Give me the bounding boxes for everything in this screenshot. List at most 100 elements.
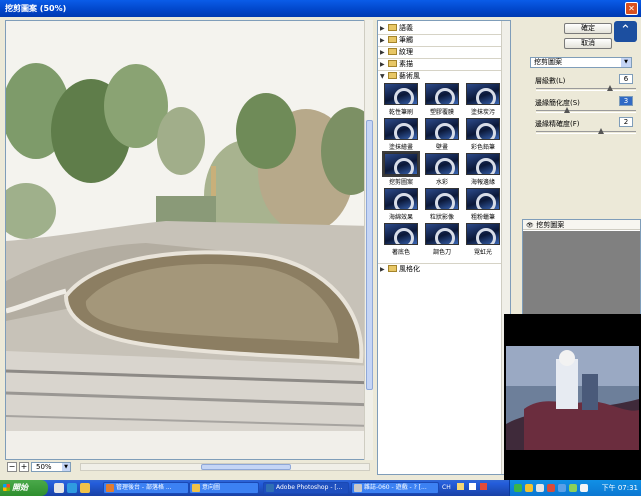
category-item[interactable]: ▶ 風格化 (380, 264, 500, 275)
app-icon (354, 484, 362, 492)
param-levels-input[interactable]: 6 (619, 74, 633, 84)
filter-preview-image (425, 188, 459, 210)
filter-preview-image (425, 118, 459, 140)
filter-preview-image (384, 188, 418, 210)
taskbar: 開始 管理後台 - 部落格 ... 意向圖 Adobe Photoshop - … (0, 480, 641, 496)
eye-icon[interactable]: 👁 (526, 221, 534, 231)
taskbar-task[interactable]: 意向圖 (189, 482, 259, 494)
filter-thumb[interactable]: 乾性筆刷 (382, 83, 420, 116)
system-tray: 下午 07:31 (509, 480, 641, 496)
filter-thumb[interactable]: 粗粉蠟筆 (464, 188, 502, 221)
scroll-thumb[interactable] (366, 120, 373, 390)
param-label: 邊緣精確度(F) (535, 120, 580, 128)
scroll-thumb[interactable] (201, 464, 291, 470)
filter-thumb[interactable]: 塑膠覆膜 (423, 83, 461, 116)
tray-app-icon[interactable] (558, 484, 566, 492)
close-icon[interactable]: ✕ (625, 2, 638, 15)
filter-thumb[interactable]: 著底色 (382, 223, 420, 256)
folder-icon (388, 48, 397, 55)
effect-layer-row[interactable]: 👁 挖剪圖案 (523, 220, 640, 230)
tray-app-icon[interactable] (525, 484, 533, 492)
app-icon (106, 484, 114, 492)
filter-thumb[interactable]: 霓虹光 (464, 223, 502, 256)
preview-vertical-scrollbar[interactable] (364, 20, 373, 460)
filter-preview-image (384, 223, 418, 245)
filter-gallery: ▶ 語義 ▶ 筆觸 ▶ 紋理 ▶ 素描 ▼ 藝術風 乾性筆刷 塑膠覆膜 塗抹炭污 塗抹繪畫… (377, 20, 511, 475)
language-bar[interactable]: CH (442, 483, 504, 493)
gallery-toggle-icon[interactable]: ⌃ (614, 21, 637, 42)
slider-knob[interactable] (564, 107, 570, 113)
windows-logo-icon (3, 484, 10, 491)
category-item[interactable]: ▶ 素描 (380, 59, 500, 70)
window-title-bar: 挖剪圖案 (50%) ✕ (0, 0, 641, 17)
window-title: 挖剪圖案 (50%) (5, 4, 67, 13)
filter-thumb[interactable]: 彩色鉛筆 (464, 118, 502, 151)
triangle-down-icon: ▼ (380, 73, 385, 80)
filter-thumb[interactable]: 粒狀影像 (423, 188, 461, 221)
folder-open-icon (388, 72, 397, 79)
filter-preview-image (466, 188, 500, 210)
zoom-select[interactable]: 50% ▼ (31, 462, 71, 472)
triangle-right-icon: ▶ (380, 25, 385, 32)
filter-preview-image (466, 223, 500, 245)
chevron-down-icon: ▼ (62, 463, 70, 471)
filter-preview-image (466, 83, 500, 105)
filter-preview-image (425, 83, 459, 105)
preview-canvas[interactable] (5, 20, 373, 460)
taskbar-task[interactable]: 雜誌-060 - 遊戲 - ? [... (351, 482, 439, 494)
app-root: 挖剪圖案 (50%) ✕ − + 50% ▼ ▶ 語義 ▶ 筆觸 ▶ 紋理 ▶ … (0, 0, 641, 496)
filter-thumb[interactable]: 水彩 (423, 153, 461, 186)
cancel-button[interactable]: 取消 (564, 38, 612, 49)
zoom-in-button[interactable]: + (19, 462, 29, 472)
param-fidelity-slider[interactable] (536, 128, 636, 134)
filter-thumb[interactable]: 海報邊緣 (464, 153, 502, 186)
ime-icon (456, 483, 464, 490)
folder-icon (388, 265, 397, 272)
video-frame-image (504, 314, 641, 480)
quicklaunch-icon[interactable] (54, 483, 64, 493)
preview-horizontal-scrollbar[interactable] (80, 463, 370, 471)
network-icon[interactable] (514, 484, 522, 492)
folder-icon[interactable] (80, 483, 90, 493)
slider-knob[interactable] (607, 85, 613, 91)
clock: 下午 07:31 (601, 484, 638, 492)
taskbar-task[interactable]: 管理後台 - 部落格 ... (103, 482, 189, 494)
category-item-open[interactable]: ▼ 藝術風 (380, 71, 500, 82)
effect-layers-panel: 👁 挖剪圖案 (522, 219, 641, 329)
slider-knob[interactable] (598, 128, 604, 134)
tray-app-icon[interactable] (569, 484, 577, 492)
start-button[interactable]: 開始 (0, 480, 48, 496)
param-label: 邊緣簡化度(S) (535, 99, 580, 107)
folder-icon (388, 60, 397, 67)
antivirus-icon[interactable] (547, 484, 555, 492)
effect-layer-name: 挖剪圖案 (536, 221, 565, 229)
taskbar-task-active[interactable]: Adobe Photoshop - [... (263, 482, 349, 494)
category-item[interactable]: ▶ 紋理 (380, 47, 500, 58)
filter-thumb[interactable]: 塗抹繪畫 (382, 118, 420, 151)
volume-icon[interactable] (536, 484, 544, 492)
filter-preview-image (425, 223, 459, 245)
category-item[interactable]: ▶ 筆觸 (380, 35, 500, 46)
ie-icon[interactable] (67, 483, 77, 493)
param-levels-slider[interactable] (536, 85, 636, 91)
param-simplicity-slider[interactable] (536, 107, 636, 113)
category-item[interactable]: ▶ 語義 (380, 23, 500, 34)
tray-app-icon[interactable] (580, 484, 588, 492)
param-fidelity-input[interactable]: 2 (619, 117, 633, 127)
triangle-right-icon: ▶ (380, 37, 385, 44)
video-overlay (504, 314, 641, 480)
filter-preview-image (382, 151, 420, 177)
filter-thumb[interactable]: 壁畫 (423, 118, 461, 151)
language-indicator: CH (442, 484, 451, 491)
ok-button[interactable]: 確定 (564, 23, 612, 34)
filter-preview-image (384, 118, 418, 140)
param-simplicity-input[interactable]: 3 (619, 96, 633, 106)
filter-select[interactable]: 挖剪圖案 ▼ (530, 57, 632, 68)
filter-thumb[interactable]: 塗抹炭污 (464, 83, 502, 116)
triangle-right-icon: ▶ (380, 49, 385, 56)
triangle-right-icon: ▶ (380, 266, 385, 273)
filter-thumb[interactable]: 調色刀 (423, 223, 461, 256)
zoom-out-button[interactable]: − (7, 462, 17, 472)
filter-thumb[interactable]: 海綿效果 (382, 188, 420, 221)
filter-thumb-selected[interactable]: 挖剪圖案 (382, 151, 420, 186)
